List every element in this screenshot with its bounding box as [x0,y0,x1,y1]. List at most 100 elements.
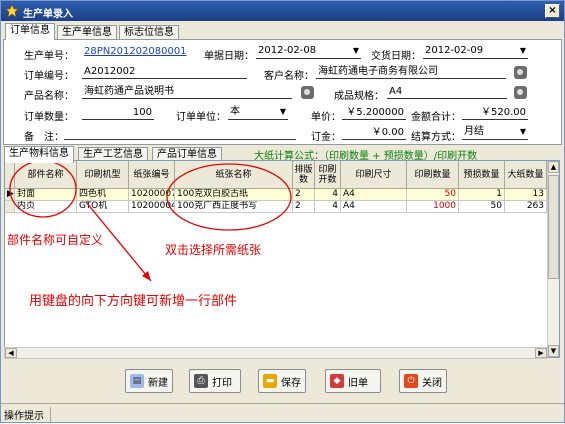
doc-date-value: 2012-02-08 [258,45,317,56]
printer-icon: ⎙ [194,374,208,388]
cell-layout[interactable]: 2 [293,189,315,201]
note-field[interactable] [64,126,296,140]
total-field: ￥520.00 [462,106,528,120]
cell-layout[interactable]: 2 [293,201,315,213]
order-no-field[interactable]: A2012002 [82,65,247,79]
horizontal-scrollbar[interactable]: ◀ ▶ [4,347,548,359]
settle-label: 结算方式： [411,132,461,143]
tab-flag-info[interactable]: 标志位信息 [119,25,179,39]
col-big-qty[interactable]: 大纸数量 [505,161,547,189]
cell-open[interactable]: 4 [315,201,341,213]
close-window-button[interactable]: × [545,4,560,18]
cell-print-qty[interactable]: 1000 [407,201,459,213]
row-indicator-header [5,161,15,189]
print-button[interactable]: ⎙ 打印 [189,369,241,393]
size-picker-icon[interactable] [514,86,527,99]
settle-select[interactable]: 月结 ▼ [462,125,528,140]
scroll-up-icon[interactable]: ▲ [548,161,559,173]
doc-date-picker[interactable]: 2012-02-08 ▼ [256,44,361,59]
save-button[interactable]: ▬ 保存 [258,369,306,393]
col-open[interactable]: 印刷开数 [315,161,341,189]
scroll-thumb[interactable] [548,175,559,279]
material-grid[interactable]: 部件名称 印刷机型 纸张编号 纸张名称 排版数 印刷开数 印刷尺寸 印刷数量 预… [4,160,560,358]
unit-select[interactable]: 本 ▼ [228,105,288,120]
unit-label: 订单单位： [176,112,226,123]
new-doc-icon: ▤ [130,374,144,388]
cell-paper-no[interactable]: 10200007 [129,189,175,201]
close-button[interactable]: ⏻ 关闭 [399,369,447,393]
dropdown-arrow-icon[interactable]: ▼ [351,46,361,56]
cell-loss-qty[interactable]: 1 [459,189,505,201]
prod-no-link[interactable]: 28PN201202080001 [82,45,192,59]
product-label: 产品名称： [24,91,74,102]
scroll-left-icon[interactable]: ◀ [5,348,17,358]
cell-print-size[interactable]: A4 [341,189,407,201]
customer-picker-icon[interactable] [514,66,527,79]
annotation-part-custom: 部件名称可自定义 [7,233,104,247]
cell-loss-qty[interactable]: 50 [459,201,505,213]
window-title: 生产单录入 [23,9,73,20]
total-label: 金额合计： [411,112,461,123]
tab-production-info[interactable]: 生产单信息 [57,25,117,39]
delivery-date-picker[interactable]: 2012-02-09 ▼ [423,44,528,59]
cell-open[interactable]: 4 [315,189,341,201]
dropdown-arrow-icon[interactable]: ▼ [278,107,288,117]
dropdown-arrow-icon[interactable]: ▼ [518,127,528,137]
title-bar[interactable]: 生产单录入 × [1,1,564,21]
col-paper-no[interactable]: 纸张编号 [129,161,175,189]
cell-paper-name[interactable]: 100克广西正度书写 [175,201,293,213]
sub-tabs: 生产物料信息 生产工艺信息 产品订单信息 大纸计算公式：（印刷数量 + 预损数量… [4,146,563,163]
size-label: 成品规格： [334,91,384,102]
close-button-label: 关闭 [422,377,442,389]
old-order-button-label: 旧单 [348,377,368,389]
annotation-new-row: 用键盘的向下方向键可新增一行部件 [29,294,238,309]
scroll-right-icon[interactable]: ▶ [535,348,547,358]
col-layout[interactable]: 排版数 [293,161,315,189]
product-field[interactable]: 海虹药通产品说明书 [82,85,292,99]
tab-order-info[interactable]: 订单信息 [5,23,55,40]
row-indicator [5,201,15,213]
doc-date-label: 单据日期： [204,51,254,62]
cell-machine[interactable]: 四色机 [77,189,129,201]
col-print-size[interactable]: 印刷尺寸 [341,161,407,189]
vertical-scrollbar[interactable]: ▲ ▼ [547,161,559,357]
size-field[interactable]: A4 [387,85,507,99]
product-picker-icon[interactable] [301,86,314,99]
cell-part[interactable]: 封面 [15,189,77,201]
tab-material-info[interactable]: 生产物料信息 [4,146,74,163]
new-button-label: 新建 [148,377,168,389]
cell-paper-name[interactable]: 100克双白胶古纸 [175,189,293,201]
power-icon: ⏻ [404,374,418,388]
cell-paper-no[interactable]: 10200004 [129,201,175,213]
status-bar: 操作提示 [1,403,564,422]
customer-label: 客户名称： [264,71,314,82]
deposit-field[interactable]: ￥0.00 [342,126,406,140]
tab-product-order-info[interactable]: 产品订单信息 [152,147,222,161]
customer-field[interactable]: 海虹药通电子商务有限公司 [316,65,506,79]
production-entry-window: 生产单录入 × 订单信息 生产单信息 标志位信息 生产单号： 28PN20120… [0,0,565,423]
order-no-label: 订单编号： [24,71,74,82]
dropdown-arrow-icon[interactable]: ▼ [518,46,528,56]
qty-field[interactable]: 100 [82,106,154,120]
tab-process-info[interactable]: 生产工艺信息 [78,147,148,161]
prod-no-label: 生产单号： [24,51,74,62]
cell-machine[interactable]: GTO机 [77,201,129,213]
cell-print-qty[interactable]: 50 [407,189,459,201]
price-field[interactable]: ￥5.200000 [342,106,406,120]
scroll-down-icon[interactable]: ▼ [548,345,559,357]
col-paper-name[interactable]: 纸张名称 [175,161,293,189]
old-order-button[interactable]: ◆ 旧单 [325,369,381,393]
note-label: 备 注： [24,132,64,143]
col-loss-qty[interactable]: 预损数量 [459,161,505,189]
app-icon [5,4,19,18]
annotation-double-click: 双击选择所需纸张 [165,243,262,257]
new-button[interactable]: ▤ 新建 [125,369,173,393]
col-machine[interactable]: 印刷机型 [77,161,129,189]
cell-part[interactable]: 内页 [15,201,77,213]
delivery-date-value: 2012-02-09 [425,45,484,56]
cell-print-size[interactable]: A4 [341,201,407,213]
tag-icon: ◆ [330,374,344,388]
save-icon: ▬ [263,374,277,388]
col-part[interactable]: 部件名称 [15,161,77,189]
col-print-qty[interactable]: 印刷数量 [407,161,459,189]
